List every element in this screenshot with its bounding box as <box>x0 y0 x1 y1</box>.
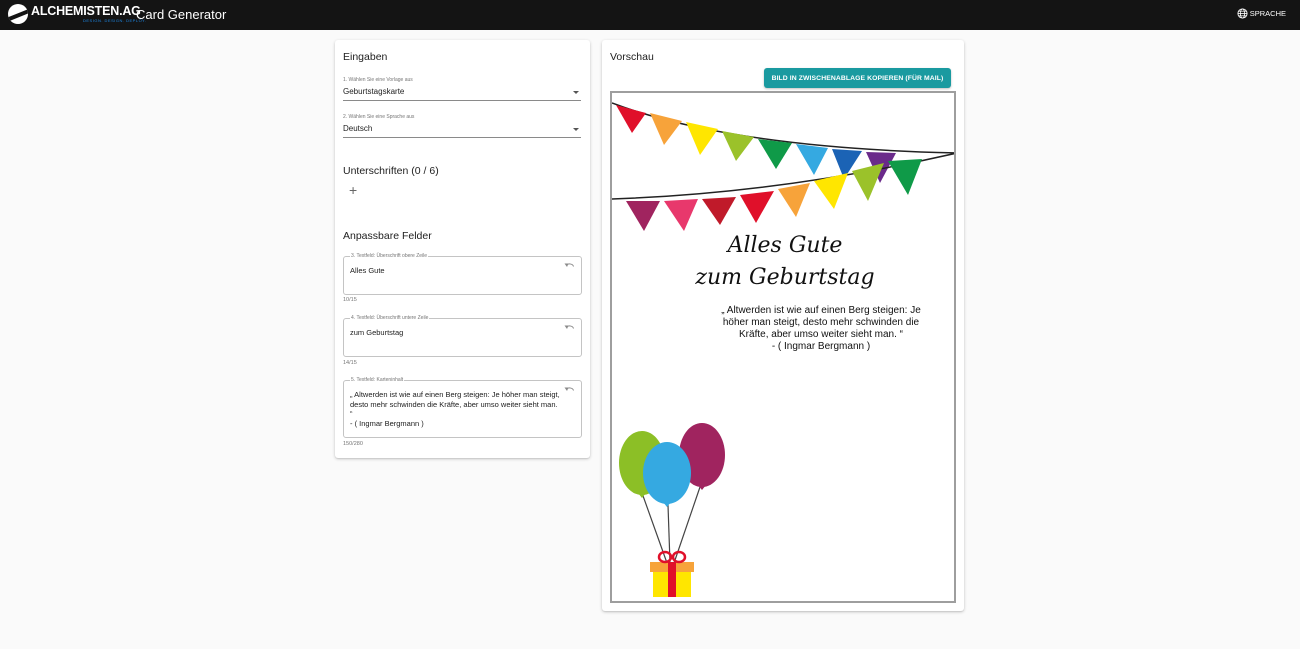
inputs-heading: Eingaben <box>343 51 388 63</box>
bunting-flag <box>796 144 828 175</box>
logo-mark-icon <box>8 4 28 24</box>
balloons-illustration <box>619 423 725 564</box>
bunting-flag <box>888 159 922 195</box>
field-counter: 10/15 <box>343 297 357 303</box>
bunting-flag <box>814 173 848 209</box>
chevron-down-icon <box>573 91 579 94</box>
field-label: 3. Textfeld: Überschrift obere Zeile <box>350 253 429 260</box>
bunting-flag <box>758 139 792 169</box>
template-select-label: 1. Wählen Sie eine Vorlage aus <box>343 77 413 83</box>
bunting-flag <box>650 113 682 145</box>
card-headline-bottom: zum Geburtstag <box>695 265 875 290</box>
bunting-flag <box>702 197 736 225</box>
template-select[interactable]: Geburtstagskarte <box>343 87 581 101</box>
top-app-bar: ALCHEMISTEN.AG DESIGN. DESIGN. DEPLOY. C… <box>0 0 1300 30</box>
language-select-label: 2. Wählen Sie eine Sprache aus <box>343 114 415 120</box>
gift-icon <box>650 550 694 597</box>
app-title: Card Generator <box>136 7 227 22</box>
bunting-flag <box>740 191 774 223</box>
header-top-line-field[interactable]: 3. Textfeld: Überschrift obere Zeile All… <box>343 253 582 295</box>
language-select-value: Deutsch <box>343 124 373 133</box>
bunting-flag <box>626 201 660 231</box>
copy-to-clipboard-button[interactable]: BILD IN ZWISCHENABLAGE KOPIEREN (FÜR MAI… <box>764 68 951 88</box>
field-label: 4. Textfeld: Überschrift untere Zeile <box>350 315 430 322</box>
chevron-down-icon <box>573 128 579 131</box>
bunting-flag <box>616 105 646 133</box>
field-value[interactable]: Alles Gute <box>350 266 562 276</box>
bunting-flag <box>722 131 754 161</box>
bunting-flag <box>686 122 718 155</box>
signatures-heading: Unterschriften (0 / 6) <box>343 165 439 177</box>
bunting-flag <box>852 163 884 201</box>
field-value[interactable]: „ Altwerden ist wie auf einen Berg steig… <box>350 390 562 428</box>
balloon-icon <box>643 442 691 504</box>
brand-logo[interactable]: ALCHEMISTEN.AG DESIGN. DESIGN. DEPLOY. <box>8 4 146 24</box>
bunting-flag <box>778 183 810 217</box>
card-preview: Alles Gute zum Geburtstag „ Altwerden is… <box>610 91 956 603</box>
brand-name: ALCHEMISTEN.AG <box>31 4 141 19</box>
field-counter: 150/280 <box>343 441 363 447</box>
bunting-flag <box>664 199 698 231</box>
reset-icon[interactable] <box>564 386 575 394</box>
language-select[interactable]: Deutsch <box>343 124 581 138</box>
card-body-text: „ Altwerden ist wie auf einen Berg steig… <box>721 305 921 352</box>
header-bottom-line-field[interactable]: 4. Textfeld: Überschrift untere Zeile zu… <box>343 315 582 357</box>
template-select-value: Geburtstagskarte <box>343 87 405 96</box>
language-button[interactable]: SPRACHE <box>1237 8 1286 19</box>
reset-icon[interactable] <box>564 324 575 332</box>
card-body-field[interactable]: 5. Textfeld: Karteninhalt „ Altwerden is… <box>343 377 582 438</box>
preview-heading: Vorschau <box>610 51 654 63</box>
language-button-label: SPRACHE <box>1249 9 1286 18</box>
reset-icon[interactable] <box>564 262 575 270</box>
field-counter: 14/15 <box>343 360 357 366</box>
field-value[interactable]: zum Geburtstag <box>350 328 562 338</box>
preview-panel: Vorschau BILD IN ZWISCHENABLAGE KOPIEREN… <box>602 40 964 611</box>
field-label: 5. Textfeld: Karteninhalt <box>350 377 405 384</box>
inputs-panel: Eingaben 1. Wählen Sie eine Vorlage aus … <box>335 40 590 458</box>
fields-heading: Anpassbare Felder <box>343 230 432 242</box>
card-headline-top: Alles Gute <box>727 233 843 258</box>
add-signature-button[interactable]: + <box>349 183 357 197</box>
globe-icon <box>1237 8 1248 19</box>
